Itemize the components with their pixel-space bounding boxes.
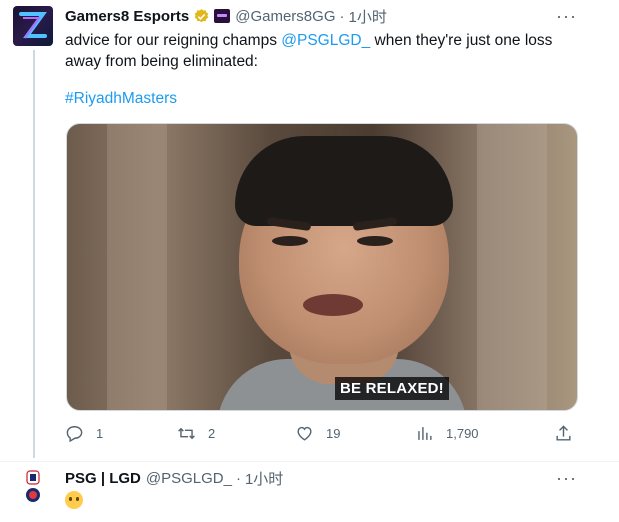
person-eye	[357, 236, 393, 246]
author-handle[interactable]: @Gamers8GG	[235, 8, 335, 25]
retweet-count: 2	[208, 426, 216, 441]
reply-header: PSG | LGD @PSGLGD_ · 1小时	[65, 468, 283, 488]
tweet-actions: 1 2 19 1,790	[65, 424, 585, 446]
background-pillar	[477, 124, 547, 410]
share-icon	[556, 425, 571, 441]
thread-connector-line	[33, 50, 35, 458]
reply-icon	[66, 426, 83, 443]
retweet-button[interactable]: 2	[177, 424, 215, 443]
reply-timestamp[interactable]: 1小时	[245, 468, 283, 489]
separator-dot: ·	[235, 469, 241, 487]
reply-author-name[interactable]: PSG | LGD	[65, 470, 141, 487]
gamers8-logo-icon	[19, 12, 47, 39]
tweet-header: Gamers8 Esports @Gamers8GG · 1小时	[65, 6, 387, 26]
background-pillar	[107, 124, 167, 410]
tweet-text-prefix: advice for our reigning champs	[65, 32, 282, 49]
hushed-face-emoji-icon	[65, 491, 83, 509]
video-caption: BE RELAXED!	[335, 377, 449, 400]
author-name[interactable]: Gamers8 Esports	[65, 8, 189, 25]
video-media[interactable]: BE RELAXED!	[66, 123, 578, 411]
tweet-divider	[0, 461, 619, 462]
heart-icon	[297, 426, 312, 441]
more-options-icon[interactable]: ···	[556, 6, 577, 27]
analytics-icon	[418, 427, 432, 440]
share-button[interactable]	[554, 424, 585, 443]
mention-link[interactable]: @PSGLGD_	[281, 32, 370, 49]
psg-lgd-avatar[interactable]	[24, 470, 42, 506]
separator-dot: ·	[339, 7, 345, 25]
timestamp[interactable]: 1小时	[348, 6, 386, 27]
reply-button[interactable]: 1	[65, 424, 103, 443]
person-hair	[235, 136, 453, 226]
reply-count: 1	[96, 426, 104, 441]
retweet-icon	[178, 427, 195, 440]
verified-badge-icon	[195, 8, 209, 22]
like-button[interactable]: 19	[295, 424, 340, 443]
reply-author-handle[interactable]: @PSGLGD_	[146, 470, 232, 487]
person-mouth	[303, 294, 363, 316]
gamers8-avatar[interactable]	[13, 6, 53, 46]
affiliate-badge-icon[interactable]	[214, 9, 231, 23]
view-count: 1,790	[446, 426, 479, 441]
like-count: 19	[326, 426, 341, 441]
views-button[interactable]: 1,790	[415, 424, 479, 443]
hashtag-link[interactable]: #RiyadhMasters	[65, 90, 177, 108]
reply-more-options-icon[interactable]: ···	[556, 468, 577, 489]
tweet-text: advice for our reigning champs @PSGLGD_ …	[65, 30, 585, 72]
person-eye	[272, 236, 308, 246]
